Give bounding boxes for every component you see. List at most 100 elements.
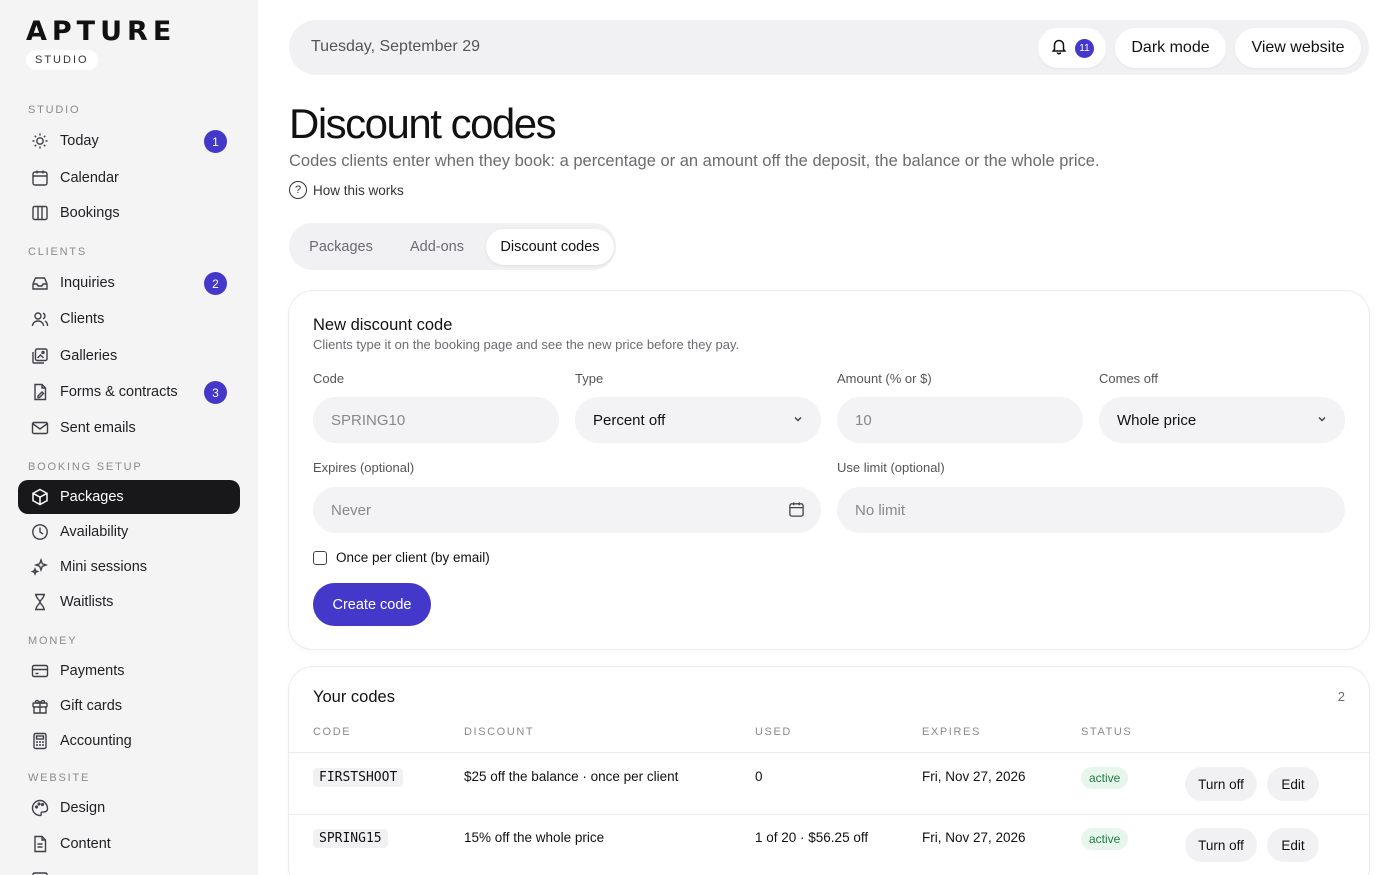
document-icon xyxy=(31,383,49,401)
view-website-button[interactable]: View website xyxy=(1235,28,1361,68)
column-header-discount: DISCOUNT xyxy=(464,726,535,738)
discount-cell: 15% off the whole price xyxy=(464,830,605,845)
once-per-client-checkbox[interactable]: Once per client (by email) xyxy=(313,550,490,565)
type-select[interactable]: Percent off xyxy=(575,397,821,443)
expires-cell: Fri, Nov 27, 2026 xyxy=(922,769,1026,784)
sidebar-item-label: Galleries xyxy=(60,348,118,364)
notifications-button[interactable]: 11 xyxy=(1038,28,1106,68)
use-limit-label: Use limit (optional) xyxy=(837,460,945,475)
package-icon xyxy=(31,488,49,506)
code-chip: FIRSTSHOOT xyxy=(313,768,404,787)
sidebar-item-packages[interactable]: Packages xyxy=(18,480,240,514)
sidebar-item-content[interactable]: Content xyxy=(18,827,240,861)
sidebar-item-label: Content xyxy=(60,836,111,852)
columns-icon xyxy=(31,204,49,222)
discount-cell: $25 off the balance · once per client xyxy=(464,769,679,784)
sidebar-item-partial[interactable] xyxy=(18,862,240,875)
turn-off-button[interactable]: Turn off xyxy=(1185,828,1257,862)
mail-icon xyxy=(31,419,49,437)
used-cell: 1 of 20 · $56.25 off xyxy=(755,830,869,845)
nav-section-website: WEBSITE xyxy=(28,772,91,784)
notifications-count-badge: 11 xyxy=(1075,38,1094,58)
sidebar-item-inquiries[interactable]: Inquiries 2 xyxy=(18,266,240,300)
sidebar-item-accounting[interactable]: Accounting xyxy=(18,724,240,758)
type-select-value: Percent off xyxy=(593,411,666,429)
calendar-icon[interactable] xyxy=(788,501,805,522)
sidebar-item-label: Payments xyxy=(60,663,125,679)
nav-section-studio: STUDIO xyxy=(28,104,81,116)
status-badge: active xyxy=(1081,767,1129,789)
chevron-down-icon xyxy=(791,412,805,430)
column-header-used: USED xyxy=(755,726,792,738)
chevron-down-icon xyxy=(1315,412,1329,430)
use-limit-input[interactable]: No limit xyxy=(837,487,1345,533)
tab-add-ons[interactable]: Add-ons xyxy=(389,229,485,265)
comes-off-select[interactable]: Whole price xyxy=(1099,397,1345,443)
your-codes-card: Your codes 2 CODE DISCOUNT USED EXPIRES … xyxy=(289,667,1369,875)
logo[interactable]: APTURE STUDIO xyxy=(26,16,177,70)
edit-button[interactable]: Edit xyxy=(1267,828,1319,862)
used-cell: 0 xyxy=(755,769,763,784)
turn-off-button[interactable]: Turn off xyxy=(1185,767,1257,801)
sidebar-item-gift-cards[interactable]: Gift cards xyxy=(18,689,240,723)
expires-date-input[interactable]: Never xyxy=(313,487,821,533)
dark-mode-button[interactable]: Dark mode xyxy=(1115,28,1226,68)
column-header-code: CODE xyxy=(313,726,352,738)
row-divider xyxy=(289,752,1369,753)
column-header-expires: EXPIRES xyxy=(922,726,981,738)
form-title: New discount code xyxy=(313,316,453,334)
page-title: Discount codes xyxy=(289,100,557,147)
logo-wordmark: APTURE xyxy=(26,16,177,47)
nav-section-clients: CLIENTS xyxy=(28,246,88,258)
type-label: Type xyxy=(575,371,604,386)
sidebar-item-today[interactable]: Today 1 xyxy=(18,124,240,158)
sidebar-item-label: Today xyxy=(60,133,99,149)
inquiries-count-badge: 2 xyxy=(204,272,227,295)
amount-input[interactable]: 10 xyxy=(837,397,1083,443)
gift-icon xyxy=(31,697,49,715)
code-chip: SPRING15 xyxy=(313,829,388,848)
tab-discount-codes[interactable]: Discount codes xyxy=(486,229,614,265)
column-header-status: STATUS xyxy=(1081,726,1133,738)
sidebar-item-label: Clients xyxy=(60,311,105,327)
new-discount-code-card: New discount code Clients type it on the… xyxy=(289,291,1369,649)
form-subtitle: Clients type it on the booking page and … xyxy=(313,337,740,352)
sidebar-item-calendar[interactable]: Calendar xyxy=(18,161,240,195)
logo-badge: STUDIO xyxy=(26,50,98,70)
current-date: Tuesday, September 29 xyxy=(311,38,480,55)
comes-off-select-value: Whole price xyxy=(1117,411,1197,429)
nav-section-money: MONEY xyxy=(28,635,78,647)
sidebar-item-clients[interactable]: Clients xyxy=(18,302,240,336)
sidebar-item-label: Bookings xyxy=(60,205,120,221)
how-this-works-link[interactable]: ? How this works xyxy=(289,181,404,199)
sidebar-item-waitlists[interactable]: Waitlists xyxy=(18,585,240,619)
tab-packages[interactable]: Packages xyxy=(293,229,389,265)
sidebar-item-galleries[interactable]: Galleries xyxy=(18,339,240,373)
codes-title: Your codes xyxy=(313,688,395,706)
sidebar-item-payments[interactable]: Payments xyxy=(18,654,240,688)
comes-off-label: Comes off xyxy=(1099,371,1159,386)
card-icon xyxy=(31,662,49,680)
sidebar-item-sent-emails[interactable]: Sent emails xyxy=(18,411,240,445)
sidebar-item-label: Calendar xyxy=(60,170,119,186)
edit-button[interactable]: Edit xyxy=(1267,767,1319,801)
sidebar-item-label: Waitlists xyxy=(60,594,114,610)
sidebar-item-label: Availability xyxy=(60,524,129,540)
amount-label: Amount (% or $) xyxy=(837,371,932,386)
sidebar-item-design[interactable]: Design xyxy=(18,791,240,825)
sidebar-item-availability[interactable]: Availability xyxy=(18,515,240,549)
topbar: Tuesday, September 29 11 Dark mode View … xyxy=(289,20,1369,75)
palette-icon xyxy=(31,799,49,817)
status-badge: active xyxy=(1081,828,1129,850)
sidebar-item-mini-sessions[interactable]: Mini sessions xyxy=(18,550,240,584)
sidebar-item-label: Mini sessions xyxy=(60,559,148,575)
sidebar-item-bookings[interactable]: Bookings xyxy=(18,196,240,230)
code-input[interactable]: SPRING10 xyxy=(313,397,559,443)
sidebar-item-label: Inquiries xyxy=(60,275,115,291)
checkbox-box[interactable] xyxy=(313,550,327,565)
users-icon xyxy=(31,310,49,328)
create-code-button[interactable]: Create code xyxy=(313,583,431,626)
sidebar-item-forms-contracts[interactable]: Forms & contracts 3 xyxy=(18,375,240,409)
page-subtitle: Codes clients enter when they book: a pe… xyxy=(289,152,1100,170)
row-divider xyxy=(289,814,1369,815)
